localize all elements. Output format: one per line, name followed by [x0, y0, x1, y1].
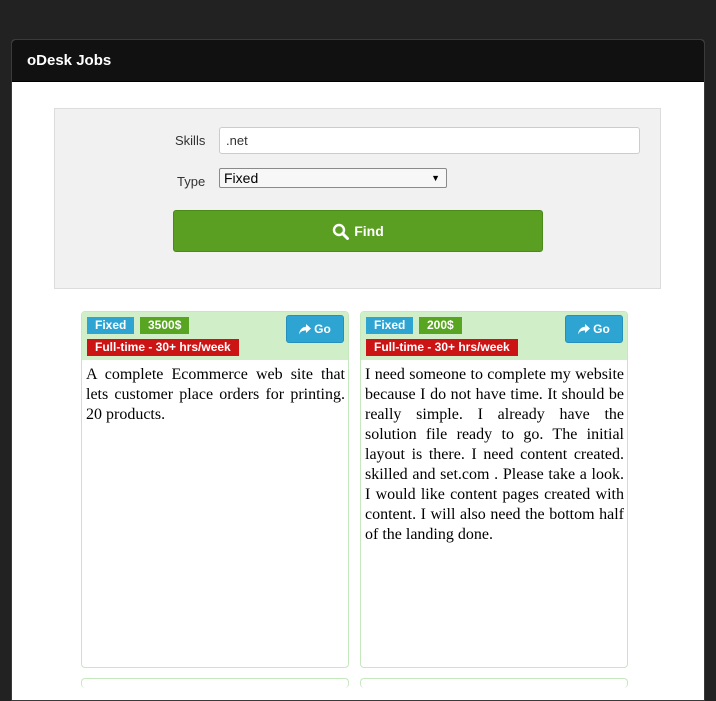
go-button[interactable]: Go: [565, 315, 623, 343]
job-budget-badge: 3500$: [140, 317, 190, 334]
find-button-label: Find: [354, 223, 384, 239]
go-button[interactable]: Go: [286, 315, 344, 343]
job-budget-badge: 200$: [419, 317, 462, 334]
go-button-label: Go: [593, 322, 610, 336]
find-button[interactable]: Find: [173, 210, 543, 252]
job-description: I need someone to complete my website be…: [365, 366, 624, 543]
window-header: oDesk Jobs: [12, 40, 704, 82]
go-button-label: Go: [314, 322, 331, 336]
job-card: Fixed 200$ Full-time - 30+ hrs/week Go I…: [360, 311, 628, 668]
job-type-badge: Fixed: [366, 317, 414, 334]
window-title: oDesk Jobs: [27, 52, 112, 69]
job-card-partial: [360, 678, 628, 688]
job-card-header: Fixed 3500$ Full-time - 30+ hrs/week Go: [82, 312, 348, 360]
job-card-header: Fixed 200$ Full-time - 30+ hrs/week Go: [361, 312, 627, 360]
app-window: oDesk Jobs Skills Type Fixed ▼ Find Fixe…: [11, 39, 705, 701]
job-type-badge: Fixed: [87, 317, 135, 334]
job-workload-badge: Full-time - 30+ hrs/week: [366, 339, 518, 356]
search-panel: Skills Type Fixed ▼ Find: [54, 108, 661, 289]
type-label: Type: [177, 174, 206, 189]
type-select-value: Fixed: [224, 170, 259, 186]
dropdown-arrow-icon: ▼: [431, 173, 440, 183]
job-card-partial: [81, 678, 349, 688]
job-workload-badge: Full-time - 30+ hrs/week: [87, 339, 239, 356]
share-arrow-icon: [578, 323, 591, 334]
skills-input[interactable]: [219, 127, 640, 154]
skills-label: Skills: [175, 133, 206, 148]
job-description: A complete Ecommerce web site that lets …: [86, 366, 345, 423]
job-card: Fixed 3500$ Full-time - 30+ hrs/week Go …: [81, 311, 349, 668]
share-arrow-icon: [299, 323, 312, 334]
type-select[interactable]: Fixed ▼: [219, 168, 447, 188]
top-bar: [0, 0, 716, 40]
search-icon: [333, 223, 350, 240]
